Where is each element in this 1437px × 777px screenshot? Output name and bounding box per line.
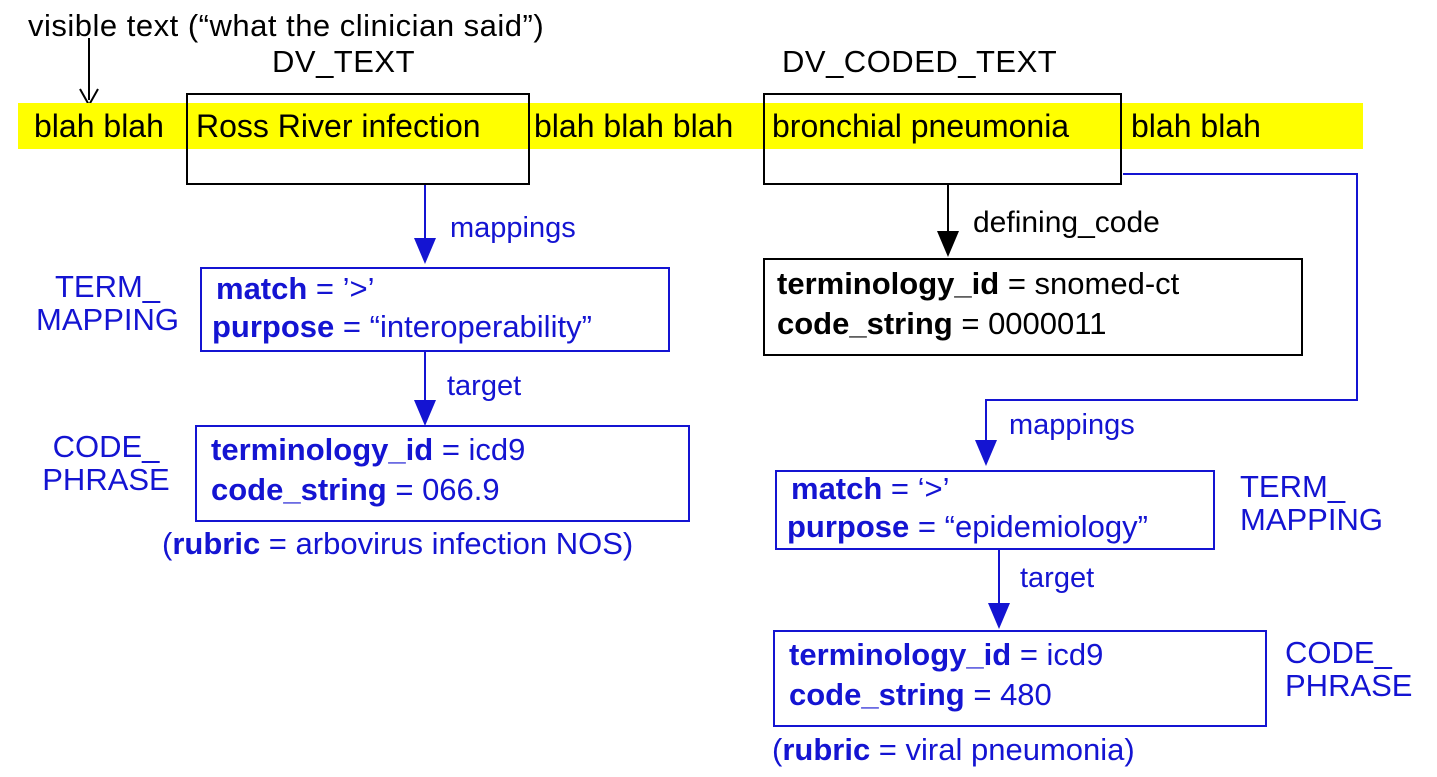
- class-label-code-phrase-right-line1: CODE_: [1285, 635, 1392, 670]
- attr-name-purpose: purpose: [787, 509, 910, 544]
- narrative-segment-middle: blah blah blah: [534, 108, 734, 144]
- attr-value-code-string: 066.9: [422, 472, 500, 507]
- code-phrase-left-box: terminology_id = icd9 code_string = 066.…: [195, 425, 690, 522]
- class-label-term-mapping-left: TERM_ MAPPING: [20, 270, 195, 337]
- class-label-code-phrase-right-line2: PHRASE: [1285, 668, 1413, 704]
- narrative-segment-before: blah blah: [34, 108, 164, 144]
- attr-value-terminology-id: snomed-ct: [1034, 266, 1180, 301]
- class-label-code-phrase-right: CODE_ PHRASE: [1285, 636, 1437, 703]
- narrative-segment-after: blah blah: [1131, 108, 1261, 144]
- attr-name-code-string: code_string: [211, 472, 387, 507]
- class-label-code-phrase-left-line1: CODE_: [52, 429, 160, 464]
- term-mapping-right-box: match = ‘>’ purpose = “epidemiology”: [775, 470, 1215, 550]
- attr-name-terminology-id: terminology_id: [777, 266, 1000, 301]
- edge-mappings-right-segment-drop: [985, 399, 987, 444]
- term-mapping-left-box: match = ’>’ purpose = “interoperability”: [200, 267, 670, 352]
- edge-mappings-left-line: [424, 185, 426, 242]
- attr-eq: =: [433, 432, 469, 467]
- code-phrase-right-attr-terminology-id: terminology_id = icd9: [789, 637, 1104, 673]
- attr-name-match: match: [791, 471, 883, 506]
- attr-eq: =: [307, 271, 343, 306]
- class-label-term-mapping-right-line2: MAPPING: [1240, 502, 1383, 538]
- attr-value-code-string: 0000011: [988, 306, 1107, 341]
- attr-value-rubric: viral pneumonia): [905, 732, 1135, 767]
- attr-name-terminology-id: terminology_id: [211, 432, 434, 467]
- edge-mappings-right-segment-top: [1123, 173, 1358, 175]
- attr-value-terminology-id: icd9: [468, 432, 526, 467]
- attr-value-match: ’>’: [342, 271, 375, 306]
- attr-eq: =: [909, 509, 945, 544]
- term-mapping-left-attr-purpose: purpose = “interoperability”: [212, 309, 592, 345]
- rubric-open-paren: (: [162, 526, 173, 561]
- edge-target-right-arrowhead: [988, 603, 1010, 629]
- class-label-code-phrase-left-line2: PHRASE: [42, 462, 170, 498]
- term-mapping-right-attr-purpose: purpose = “epidemiology”: [787, 509, 1148, 545]
- attr-eq: =: [882, 471, 918, 506]
- attr-eq: =: [1011, 637, 1047, 672]
- edge-label-target-left: target: [447, 370, 522, 402]
- edge-mappings-right-segment-down: [1356, 173, 1358, 401]
- attr-name-rubric: rubric: [782, 732, 871, 767]
- class-label-term-mapping-right: TERM_ MAPPING: [1240, 470, 1430, 537]
- attr-name-code-string: code_string: [777, 306, 953, 341]
- attr-eq: =: [964, 677, 1001, 712]
- edge-target-left-arrowhead: [414, 400, 436, 426]
- class-label-term-mapping-right-line1: TERM_: [1240, 469, 1346, 504]
- attr-value-code-string: 480: [1000, 677, 1052, 712]
- attr-eq: =: [260, 526, 296, 561]
- edge-defining-code-line: [947, 185, 949, 235]
- edge-target-right-line: [998, 550, 1000, 608]
- caption-dv-text: DV_TEXT: [272, 44, 416, 79]
- caption-dv-coded-text: DV_CODED_TEXT: [782, 44, 1058, 79]
- attr-value-match: ‘>’: [917, 471, 950, 506]
- attr-name-rubric: rubric: [172, 526, 261, 561]
- code-phrase-left-rubric: (rubric = arbovirus infection NOS): [162, 526, 634, 562]
- attr-eq: =: [870, 732, 906, 767]
- edge-label-mappings-left: mappings: [450, 212, 576, 244]
- defining-code-attr-code-string: code_string = 0000011: [777, 306, 1107, 342]
- edge-mappings-right-arrowhead: [975, 440, 997, 466]
- attr-value-terminology-id: icd9: [1046, 637, 1104, 672]
- dv-text-box: [186, 93, 530, 185]
- class-label-code-phrase-left: CODE_ PHRASE: [20, 430, 192, 497]
- attr-eq: =: [952, 306, 989, 341]
- class-label-term-mapping-left-line1: TERM_: [54, 269, 161, 304]
- defining-code-attr-terminology-id: terminology_id = snomed-ct: [777, 266, 1180, 302]
- term-mapping-left-attr-match: match = ’>’: [216, 271, 375, 307]
- attr-value-rubric: arbovirus infection NOS): [295, 526, 634, 561]
- edge-defining-code-arrowhead: [937, 231, 959, 257]
- code-phrase-right-box: terminology_id = icd9 code_string = 480: [773, 630, 1267, 727]
- attr-name-purpose: purpose: [212, 309, 335, 344]
- code-phrase-right-attr-code-string: code_string = 480: [789, 677, 1052, 713]
- edge-label-mappings-right: mappings: [1009, 409, 1135, 441]
- attr-eq: =: [999, 266, 1035, 301]
- attr-value-purpose: “epidemiology”: [944, 509, 1148, 544]
- edge-mappings-right-segment-left: [985, 399, 1358, 401]
- attr-name-terminology-id: terminology_id: [789, 637, 1012, 672]
- defining-code-box: terminology_id = snomed-ct code_string =…: [763, 258, 1303, 356]
- attr-value-purpose: “interoperability”: [369, 309, 592, 344]
- class-label-term-mapping-left-line2: MAPPING: [36, 302, 179, 338]
- rubric-open-paren: (: [772, 732, 783, 767]
- dv-coded-text-box: [763, 93, 1122, 185]
- attr-name-code-string: code_string: [789, 677, 965, 712]
- attr-name-match: match: [216, 271, 308, 306]
- visible-text-annotation: visible text (“what the clinician said”): [28, 8, 545, 43]
- edge-target-left-line: [424, 352, 426, 407]
- edge-mappings-left-arrowhead: [414, 238, 436, 264]
- attr-eq: =: [334, 309, 370, 344]
- attr-eq: =: [386, 472, 423, 507]
- diagram-canvas: visible text (“what the clinician said”)…: [0, 0, 1437, 777]
- edge-label-defining-code: defining_code: [973, 206, 1160, 239]
- code-phrase-left-attr-terminology-id: terminology_id = icd9: [211, 432, 526, 468]
- edge-label-target-right: target: [1020, 562, 1095, 594]
- term-mapping-right-attr-match: match = ‘>’: [791, 471, 950, 507]
- code-phrase-right-rubric: (rubric = viral pneumonia): [772, 732, 1135, 768]
- code-phrase-left-attr-code-string: code_string = 066.9: [211, 472, 500, 508]
